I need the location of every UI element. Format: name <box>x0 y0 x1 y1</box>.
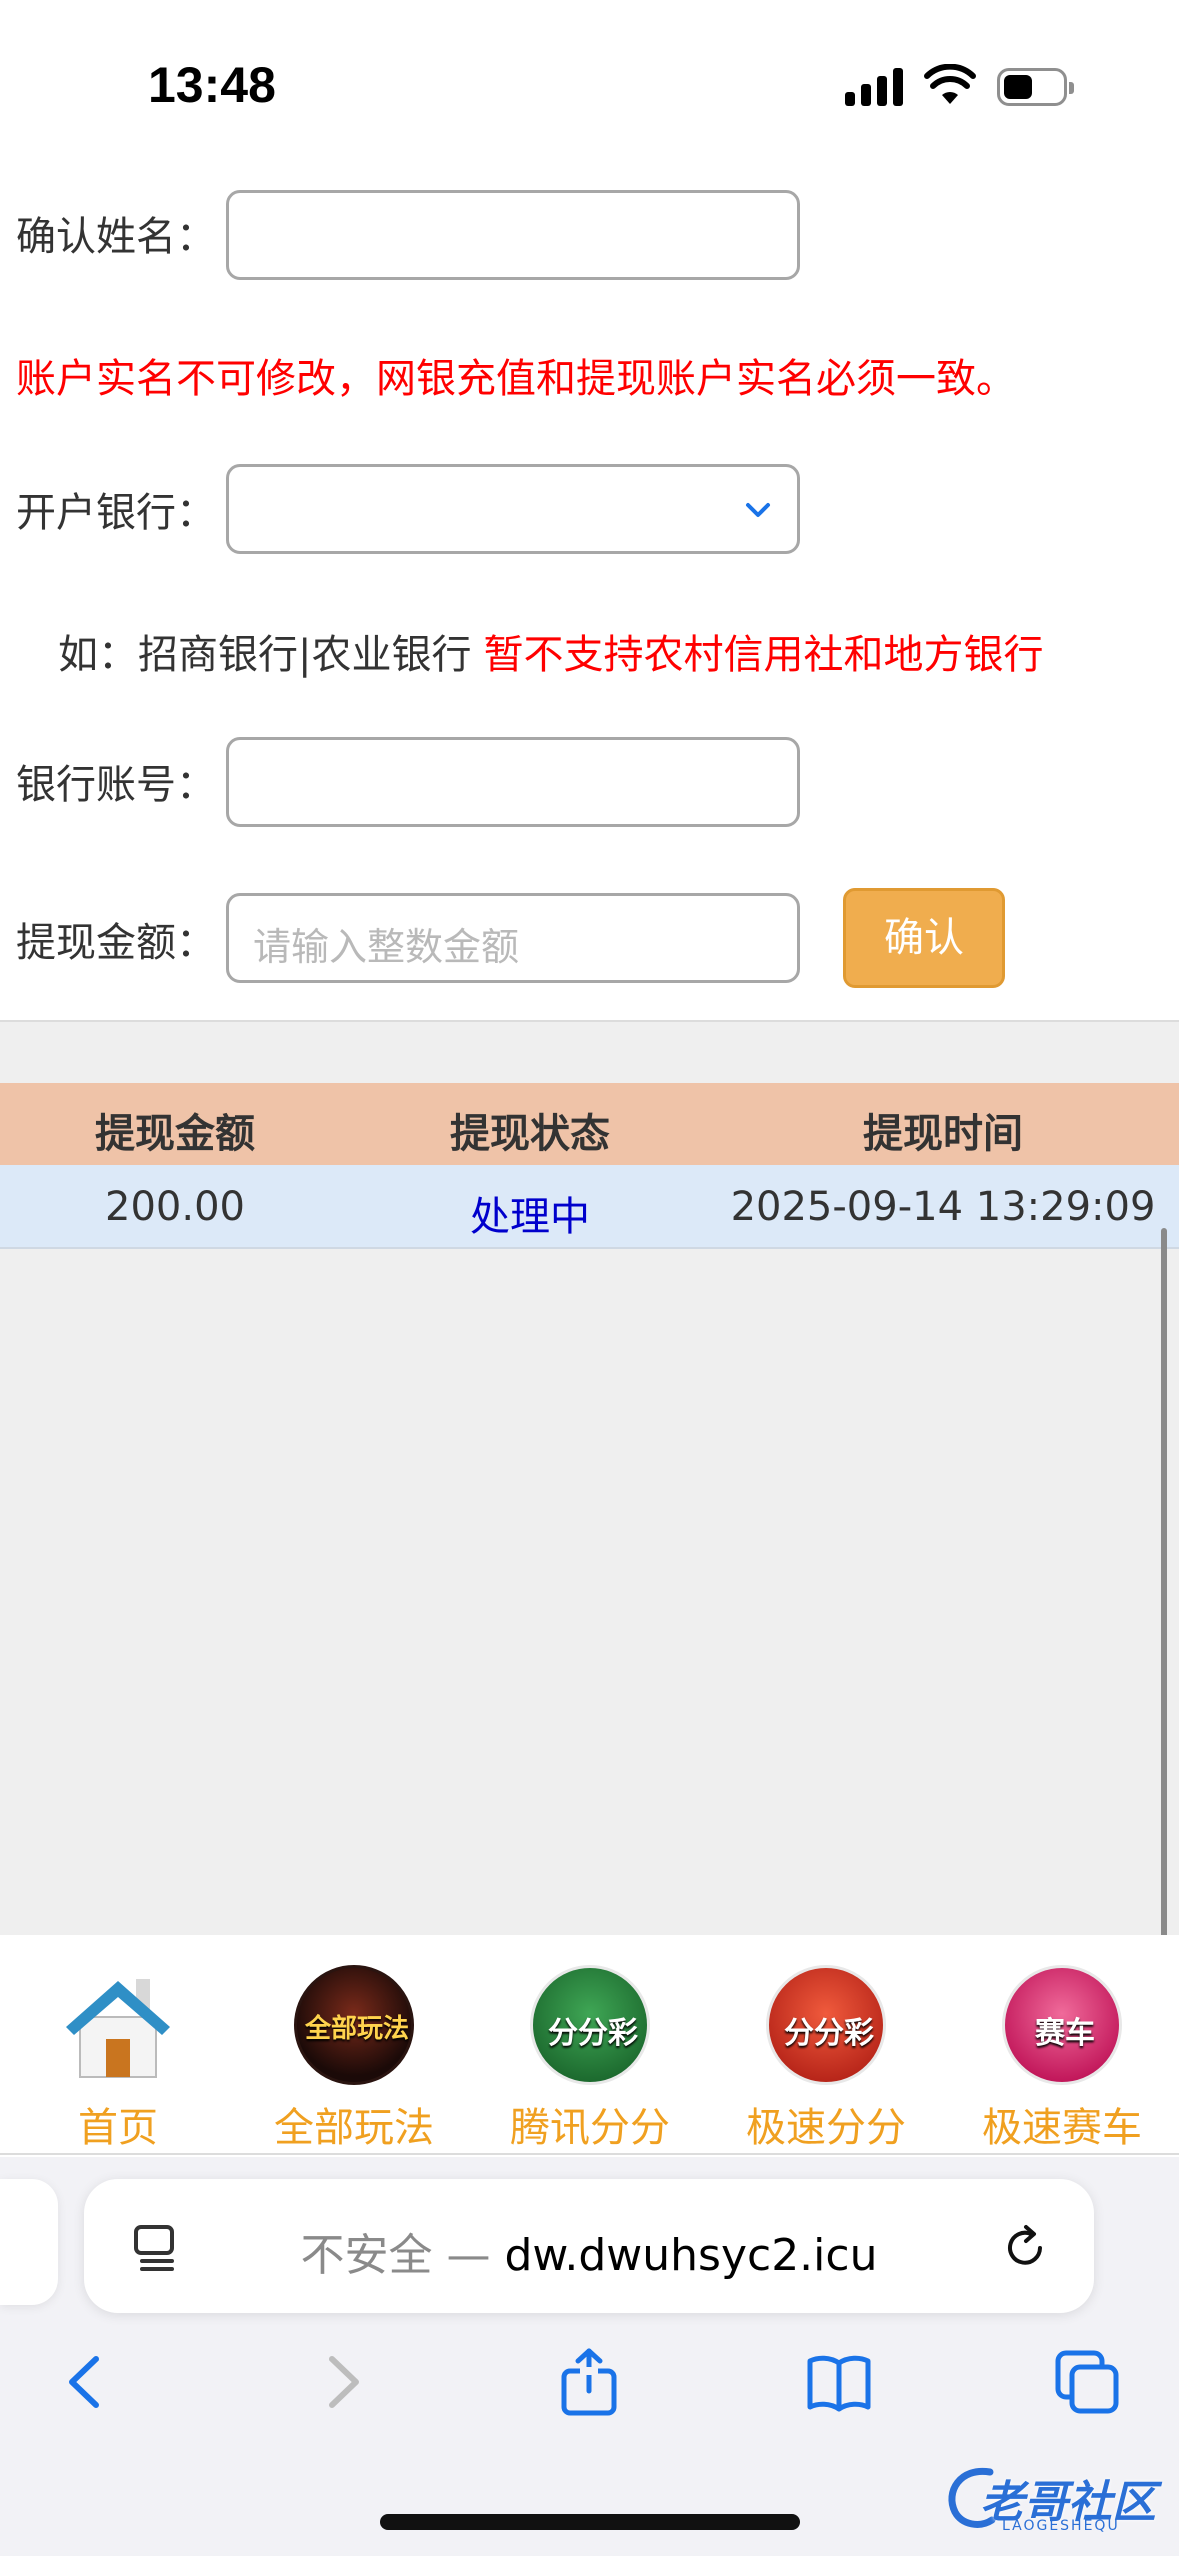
nav-speed-ffc[interactable]: 分分彩 极速分分 <box>708 1935 944 2155</box>
bank-example-warning: 暂不支持农村信用社和地方银行 <box>483 632 1044 678</box>
cell-time: 2025-09-14 13:29:09 <box>730 1184 1156 1230</box>
address-bar[interactable]: 不安全 — dw.dwuhsyc2.icu <box>84 2179 1094 2313</box>
account-label: 银行账号： <box>16 762 216 808</box>
amount-placeholder: 请输入整数金额 <box>253 925 520 969</box>
tencent-ffc-icon: 分分彩 <box>530 1965 650 2085</box>
cell-status: 处理中 <box>470 1194 590 1240</box>
nav-all-games-label: 全部玩法 <box>274 2105 434 2151</box>
racing-icon: 赛车 <box>1002 1965 1122 2085</box>
wifi-icon <box>924 64 976 104</box>
house-icon <box>66 1979 170 2078</box>
header-status: 提现状态 <box>450 1111 610 1157</box>
header-time: 提现时间 <box>863 1111 1023 1157</box>
confirm-button[interactable]: 确认 <box>843 888 1005 988</box>
nav-racing-label: 极速赛车 <box>982 2105 1142 2151</box>
nav-home-label: 首页 <box>78 2105 158 2151</box>
previous-tab[interactable] <box>0 2179 58 2305</box>
watermark-logo: 老哥社区 LAOGESHEQU <box>940 2458 1170 2538</box>
nav-home[interactable]: 首页 <box>0 1935 236 2155</box>
nav-tencent-ffc-label: 腾讯分分 <box>510 2105 670 2151</box>
table-row: 200.00 处理中 2025-09-14 13:29:09 <box>0 1165 1179 1249</box>
home-indicator <box>380 2514 800 2530</box>
cellular-signal-icon <box>845 66 905 106</box>
url-text: 不安全 — dw.dwuhsyc2.icu <box>84 2219 1094 2283</box>
status-time: 13:48 <box>148 57 276 113</box>
bank-label: 开户银行： <box>16 490 216 536</box>
status-bar: 13:48 <box>0 0 1179 150</box>
nav-speed-ffc-label: 极速分分 <box>746 2105 906 2151</box>
tabs-icon[interactable] <box>1052 2347 1122 2417</box>
url-domain: dw.dwuhsyc2.icu <box>504 2230 878 2281</box>
bank-example-text: 如：招商银行|农业银行 <box>58 632 472 678</box>
scrollbar[interactable] <box>1161 1228 1167 1938</box>
amount-label: 提现金额： <box>16 920 216 966</box>
nav-tencent-ffc[interactable]: 分分彩 腾讯分分 <box>472 1935 708 2155</box>
share-icon[interactable] <box>554 2347 624 2417</box>
account-input[interactable] <box>226 737 800 827</box>
amount-input[interactable]: 请输入整数金额 <box>226 893 800 983</box>
table-header: 提现金额 提现状态 提现时间 <box>0 1083 1179 1165</box>
all-games-icon: 全部玩法 <box>294 1965 414 2085</box>
battery-icon <box>997 68 1074 106</box>
nav-racing[interactable]: 赛车 极速赛车 <box>944 1935 1179 2155</box>
bank-example: 如：招商银行|农业银行 暂不支持农村信用社和地方银行 <box>58 622 1043 680</box>
app-bottom-nav: 首页 全部玩法 全部玩法 分分彩 腾讯分分 分分彩 极速分分 赛车 极速赛车 <box>0 1935 1179 2155</box>
cell-amount: 200.00 <box>105 1184 245 1230</box>
insecure-label: 不安全 — <box>300 2230 505 2281</box>
speed-ffc-icon: 分分彩 <box>766 1965 886 2085</box>
name-input[interactable] <box>226 190 800 280</box>
forward-icon[interactable] <box>306 2347 376 2417</box>
reload-icon[interactable] <box>1000 2223 1050 2273</box>
realname-notice: 账户实名不可修改，网银充值和提现账户实名必须一致。 <box>16 356 1016 402</box>
bank-select[interactable] <box>226 464 800 554</box>
bookmarks-icon[interactable] <box>804 2347 874 2417</box>
name-label: 确认姓名： <box>16 214 216 260</box>
chevron-down-icon <box>746 503 770 517</box>
watermark-subtext: LAOGESHEQU <box>1002 2518 1120 2534</box>
nav-all-games[interactable]: 全部玩法 全部玩法 <box>236 1935 472 2155</box>
header-amount: 提现金额 <box>95 1111 255 1157</box>
back-icon[interactable] <box>52 2347 122 2417</box>
